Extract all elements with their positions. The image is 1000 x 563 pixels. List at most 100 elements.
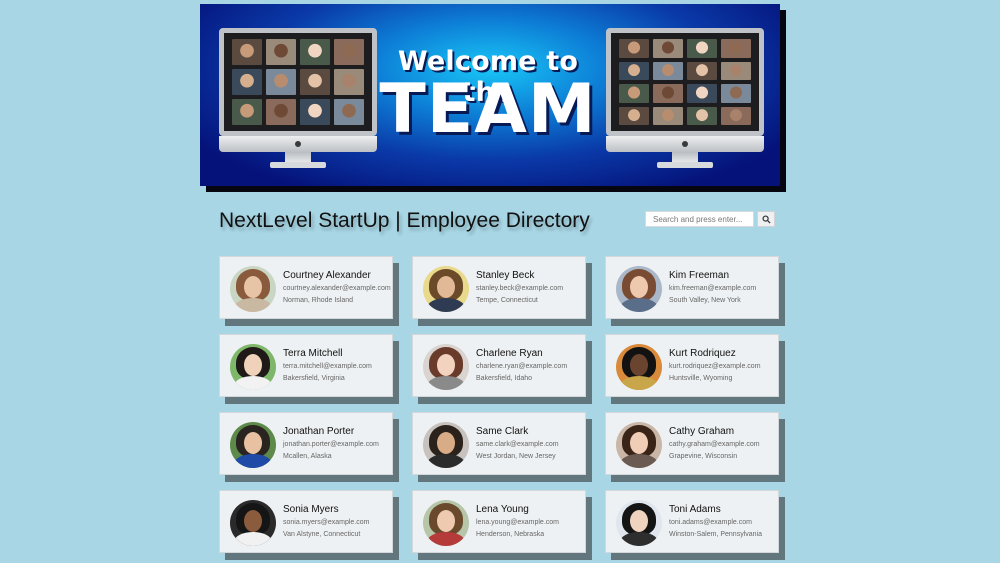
search-icon [761, 214, 771, 224]
face-photo-tile [619, 84, 649, 103]
employee-name: Same Clark [476, 426, 529, 437]
avatar [616, 422, 662, 468]
avatar [423, 422, 469, 468]
employee-email: terra.mitchell@example.com [283, 363, 372, 370]
face-photo-tile [721, 39, 751, 58]
face-photo-tile [334, 39, 364, 65]
employee-name: Stanley Beck [476, 270, 535, 281]
avatar [230, 266, 276, 312]
search-input[interactable] [645, 211, 754, 227]
employee-location: Bakersfield, Virginia [283, 375, 345, 382]
avatar [616, 266, 662, 312]
face-photo-tile [300, 99, 330, 125]
employee-email: toni.adams@example.com [669, 519, 752, 526]
employee-location: Grapevine, Wisconsin [669, 453, 738, 460]
face-photo-tile [653, 61, 683, 80]
employee-name: Charlene Ryan [476, 348, 543, 359]
employee-name: Sonia Myers [283, 504, 339, 515]
face-photo-tile [687, 84, 717, 103]
employee-email: stanley.beck@example.com [476, 285, 564, 292]
employee-card[interactable]: Lena Young lena.young@example.com Hender… [412, 490, 586, 553]
employee-email: jonathan.porter@example.com [283, 441, 379, 448]
employee-card[interactable]: Courtney Alexander courtney.alexander@ex… [219, 256, 393, 319]
search-button[interactable] [757, 211, 775, 227]
employee-location: Van Alstyne, Connecticut [283, 531, 361, 538]
monitor-right-image [606, 28, 764, 168]
page-title: NextLevel StartUp | Employee Directory [219, 209, 590, 232]
face-photo-tile [300, 69, 330, 95]
face-photo-tile [687, 39, 717, 58]
avatar [616, 344, 662, 390]
employee-card[interactable]: Terra Mitchell terra.mitchell@example.co… [219, 334, 393, 397]
employee-card[interactable]: Jonathan Porter jonathan.porter@example.… [219, 412, 393, 475]
avatar [423, 266, 469, 312]
face-photo-tile [653, 39, 683, 58]
employee-card[interactable]: Toni Adams toni.adams@example.com Winsto… [605, 490, 779, 553]
face-photo-tile [266, 69, 296, 95]
face-photo-tile [300, 39, 330, 65]
search-bar [645, 211, 775, 227]
avatar [230, 500, 276, 546]
face-photo-tile [687, 61, 717, 80]
welcome-banner: Welcome to the TEAM [200, 4, 780, 186]
employee-location: Mcallen, Alaska [283, 453, 332, 460]
employee-location: Huntsville, Wyoming [669, 375, 733, 382]
employee-location: Bakersfield, Idaho [476, 375, 533, 382]
employee-email: lena.young@example.com [476, 519, 559, 526]
employee-email: courtney.alexander@example.com [283, 285, 391, 292]
employee-location: West Jordan, New Jersey [476, 453, 556, 460]
employee-email: charlene.ryan@example.com [476, 363, 568, 370]
face-photo-tile [653, 106, 683, 125]
face-photo-tile [334, 69, 364, 95]
employee-card[interactable]: Cathy Graham cathy.graham@example.com Gr… [605, 412, 779, 475]
employee-email: kurt.rodriquez@example.com [669, 363, 761, 370]
avatar [230, 344, 276, 390]
employee-location: Norman, Rhode Island [283, 297, 354, 304]
face-photo-tile [232, 69, 262, 95]
avatar [616, 500, 662, 546]
face-photo-tile [334, 99, 364, 125]
face-photo-tile [232, 39, 262, 65]
employee-name: Jonathan Porter [283, 426, 355, 437]
employee-name: Toni Adams [669, 504, 721, 515]
employee-card[interactable]: Stanley Beck stanley.beck@example.com Te… [412, 256, 586, 319]
employee-name: Kim Freeman [669, 270, 730, 281]
face-photo-tile [687, 106, 717, 125]
employee-location: Winston-Salem, Pennsylvania [669, 531, 762, 538]
face-photo-tile [721, 61, 751, 80]
face-photo-tile [232, 99, 262, 125]
employee-name: Courtney Alexander [283, 270, 371, 281]
face-photo-tile [721, 106, 751, 125]
employee-location: Henderson, Nebraska [476, 531, 545, 538]
face-photo-tile [266, 39, 296, 65]
employee-card[interactable]: Kurt Rodriquez kurt.rodriquez@example.co… [605, 334, 779, 397]
employee-grid: Courtney Alexander courtney.alexander@ex… [219, 256, 779, 553]
face-photo-tile [619, 61, 649, 80]
employee-location: South Valley, New York [669, 297, 741, 304]
employee-location: Tempe, Connecticut [476, 297, 538, 304]
avatar [423, 344, 469, 390]
banner-team-text: TEAM [379, 70, 597, 149]
employee-card[interactable]: Same Clark same.clark@example.com West J… [412, 412, 586, 475]
employee-name: Terra Mitchell [283, 348, 343, 359]
face-photo-tile [619, 106, 649, 125]
employee-email: same.clark@example.com [476, 441, 559, 448]
monitor-right-screen [606, 28, 764, 136]
employee-name: Kurt Rodriquez [669, 348, 736, 359]
face-photo-tile [619, 39, 649, 58]
employee-card[interactable]: Charlene Ryan charlene.ryan@example.com … [412, 334, 586, 397]
employee-email: cathy.graham@example.com [669, 441, 760, 448]
monitor-left-screen [219, 28, 377, 136]
face-photo-tile [721, 84, 751, 103]
employee-name: Cathy Graham [669, 426, 735, 437]
monitor-left-image [219, 28, 377, 168]
avatar [230, 422, 276, 468]
employee-card[interactable]: Kim Freeman kim.freeman@example.com Sout… [605, 256, 779, 319]
face-photo-tile [653, 84, 683, 103]
employee-email: kim.freeman@example.com [669, 285, 757, 292]
employee-name: Lena Young [476, 504, 529, 515]
face-photo-tile [266, 99, 296, 125]
employee-email: sonia.myers@example.com [283, 519, 370, 526]
employee-card[interactable]: Sonia Myers sonia.myers@example.com Van … [219, 490, 393, 553]
avatar [423, 500, 469, 546]
